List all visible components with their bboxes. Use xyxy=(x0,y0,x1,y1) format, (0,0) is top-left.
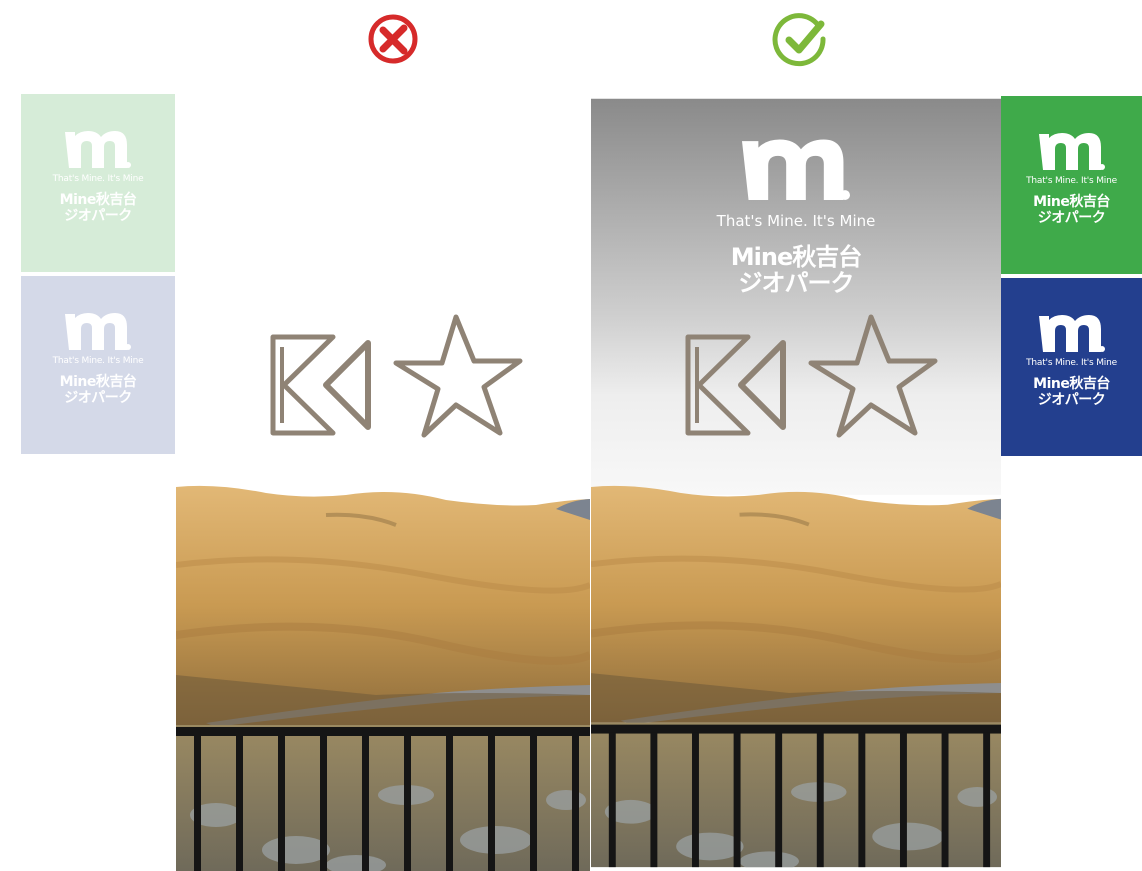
brand-tile-green-faded: That's Mine. It's Mine Mine秋吉台 ジオパーク xyxy=(21,94,175,272)
brand-logo-overlay: That's Mine. It's Mine Mine秋吉台 ジオパーク xyxy=(591,128,1001,296)
tagline: That's Mine. It's Mine xyxy=(716,212,876,230)
m-logo xyxy=(65,313,131,350)
tagline: That's Mine. It's Mine xyxy=(52,174,144,184)
brand-tile-blue: That's Mine. It's Mine Mine秋吉台 ジオパーク xyxy=(1001,278,1142,456)
m-logo xyxy=(1038,133,1105,170)
brand-name: Mine秋吉台 ジオパーク xyxy=(59,192,137,224)
brand-tile-green: That's Mine. It's Mine Mine秋吉台 ジオパーク xyxy=(1001,96,1142,274)
photo-good-example: That's Mine. It's Mine Mine秋吉台 ジオパーク xyxy=(591,95,1001,871)
brand-name: Mine秋吉台 ジオパーク xyxy=(59,374,137,406)
check-circle-icon xyxy=(772,11,828,67)
brand-name: Mine秋吉台 ジオパーク xyxy=(730,243,862,297)
tagline: That's Mine. It's Mine xyxy=(1026,358,1117,368)
brand-name: Mine秋吉台 ジオパーク xyxy=(1033,194,1110,226)
photo-bad-example xyxy=(176,95,590,871)
emblem-logos xyxy=(268,313,528,443)
m-logo xyxy=(65,131,131,168)
tagline: That's Mine. It's Mine xyxy=(1026,176,1117,186)
x-circle-icon xyxy=(366,11,422,67)
landscape-photo xyxy=(176,95,590,871)
m-logo xyxy=(742,139,850,200)
tagline: That's Mine. It's Mine xyxy=(52,356,144,366)
emblem-logos xyxy=(683,313,943,443)
m-logo xyxy=(1038,315,1105,352)
brand-tile-blue-faded: That's Mine. It's Mine Mine秋吉台 ジオパーク xyxy=(21,276,175,454)
brand-name: Mine秋吉台 ジオパーク xyxy=(1033,376,1110,408)
